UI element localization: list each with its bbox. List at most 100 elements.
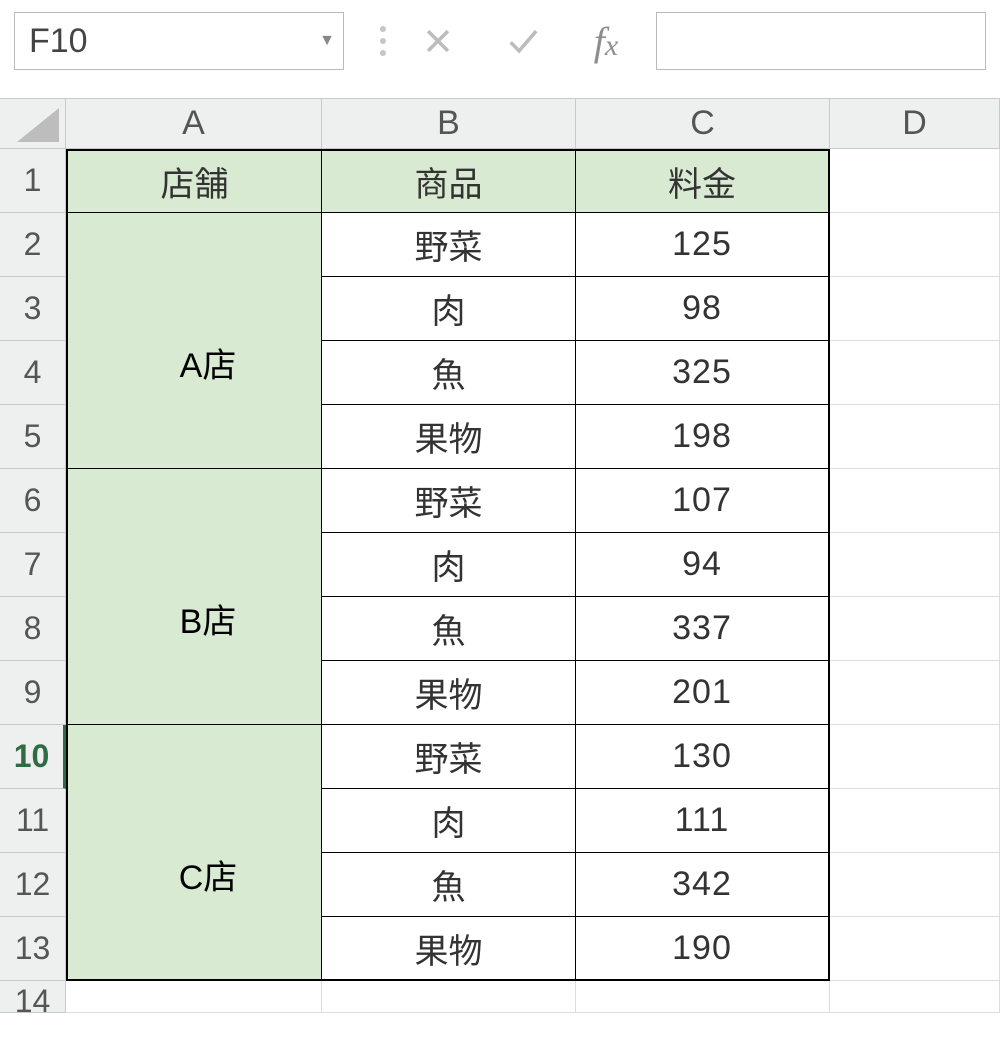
cell-D7[interactable] (830, 533, 1000, 597)
row-header-10[interactable]: 10 (0, 725, 66, 789)
cell-C7[interactable]: 94 (576, 533, 830, 597)
cell-A3[interactable] (66, 277, 322, 341)
row-header-8[interactable]: 8 (0, 597, 66, 661)
cell-C10[interactable]: 130 (576, 725, 830, 789)
cell-C4[interactable]: 325 (576, 341, 830, 405)
row-8: 8 魚 337 (0, 597, 1000, 661)
cell-A8[interactable] (66, 597, 322, 661)
cell-D13[interactable] (830, 917, 1000, 981)
row-13: 13 果物 190 (0, 917, 1000, 981)
cell-D10[interactable] (830, 725, 1000, 789)
cell-D12[interactable] (830, 853, 1000, 917)
cell-B13[interactable]: 果物 (322, 917, 576, 981)
cell-A5[interactable] (66, 405, 322, 469)
row-12: 12 魚 342 (0, 853, 1000, 917)
cell-C9[interactable]: 201 (576, 661, 830, 725)
cell-A11[interactable] (66, 789, 322, 853)
chevron-down-icon[interactable]: ▼ (319, 32, 335, 50)
column-header-C[interactable]: C (576, 99, 830, 149)
cell-A4[interactable] (66, 341, 322, 405)
cell-C6[interactable]: 107 (576, 469, 830, 533)
cell-A1[interactable]: 店舗 (66, 149, 322, 213)
column-header-B[interactable]: B (322, 99, 576, 149)
expand-formula-icon[interactable] (370, 26, 396, 56)
row-3: 3 肉 98 (0, 277, 1000, 341)
cell-B14[interactable] (322, 981, 576, 1013)
cell-A7[interactable] (66, 533, 322, 597)
row-6: 6 野菜 107 (0, 469, 1000, 533)
cancel-button[interactable] (396, 12, 480, 70)
formula-bar: F10 ▼ fx (0, 0, 1000, 80)
column-headers: A B C D (0, 99, 1000, 149)
row-4: 4 魚 325 (0, 341, 1000, 405)
enter-button[interactable] (480, 12, 564, 70)
cell-D6[interactable] (830, 469, 1000, 533)
close-icon (421, 24, 455, 58)
cell-B10[interactable]: 野菜 (322, 725, 576, 789)
cell-C2[interactable]: 125 (576, 213, 830, 277)
select-all-corner[interactable] (0, 99, 66, 149)
cell-A6[interactable] (66, 469, 322, 533)
row-5: 5 果物 198 (0, 405, 1000, 469)
cell-C1[interactable]: 料金 (576, 149, 830, 213)
row-header-5[interactable]: 5 (0, 405, 66, 469)
cell-A14[interactable] (66, 981, 322, 1013)
cell-D2[interactable] (830, 213, 1000, 277)
cell-D1[interactable] (830, 149, 1000, 213)
row-header-14[interactable]: 14 (0, 981, 66, 1013)
cell-D9[interactable] (830, 661, 1000, 725)
row-header-7[interactable]: 7 (0, 533, 66, 597)
cell-B6[interactable]: 野菜 (322, 469, 576, 533)
insert-function-button[interactable]: fx (564, 12, 648, 70)
cell-B2[interactable]: 野菜 (322, 213, 576, 277)
cell-A10[interactable] (66, 725, 322, 789)
cell-C3[interactable]: 98 (576, 277, 830, 341)
cell-A2[interactable] (66, 213, 322, 277)
formula-input[interactable] (656, 12, 986, 70)
row-1: 1 店舗 商品 料金 (0, 149, 1000, 213)
cell-C5[interactable]: 198 (576, 405, 830, 469)
cell-B1[interactable]: 商品 (322, 149, 576, 213)
cell-B7[interactable]: 肉 (322, 533, 576, 597)
formula-buttons: fx (370, 12, 648, 70)
row-header-11[interactable]: 11 (0, 789, 66, 853)
cell-B4[interactable]: 魚 (322, 341, 576, 405)
row-14: 14 (0, 981, 1000, 1013)
row-header-9[interactable]: 9 (0, 661, 66, 725)
cell-A13[interactable] (66, 917, 322, 981)
cell-C14[interactable] (576, 981, 830, 1013)
spreadsheet-grid: A B C D 1 店舗 商品 料金 2 野菜 125 3 肉 98 4 (0, 98, 1000, 1013)
cell-D11[interactable] (830, 789, 1000, 853)
name-box-value: F10 (29, 22, 88, 61)
cell-A9[interactable] (66, 661, 322, 725)
cell-C12[interactable]: 342 (576, 853, 830, 917)
cell-D5[interactable] (830, 405, 1000, 469)
row-2: 2 野菜 125 (0, 213, 1000, 277)
row-header-4[interactable]: 4 (0, 341, 66, 405)
cell-D4[interactable] (830, 341, 1000, 405)
column-header-D[interactable]: D (830, 99, 1000, 149)
row-header-3[interactable]: 3 (0, 277, 66, 341)
row-header-2[interactable]: 2 (0, 213, 66, 277)
column-header-A[interactable]: A (66, 99, 322, 149)
row-header-1[interactable]: 1 (0, 149, 66, 213)
cell-B12[interactable]: 魚 (322, 853, 576, 917)
cell-D3[interactable] (830, 277, 1000, 341)
row-header-12[interactable]: 12 (0, 853, 66, 917)
row-10: 10 野菜 130 (0, 725, 1000, 789)
name-box[interactable]: F10 ▼ (14, 12, 344, 70)
cell-C13[interactable]: 190 (576, 917, 830, 981)
row-header-13[interactable]: 13 (0, 917, 66, 981)
cell-B5[interactable]: 果物 (322, 405, 576, 469)
cell-D8[interactable] (830, 597, 1000, 661)
cell-D14[interactable] (830, 981, 1000, 1013)
cell-C11[interactable]: 111 (576, 789, 830, 853)
cell-B9[interactable]: 果物 (322, 661, 576, 725)
fx-icon: fx (594, 18, 618, 65)
cell-A12[interactable] (66, 853, 322, 917)
cell-B11[interactable]: 肉 (322, 789, 576, 853)
cell-B3[interactable]: 肉 (322, 277, 576, 341)
cell-B8[interactable]: 魚 (322, 597, 576, 661)
cell-C8[interactable]: 337 (576, 597, 830, 661)
row-header-6[interactable]: 6 (0, 469, 66, 533)
